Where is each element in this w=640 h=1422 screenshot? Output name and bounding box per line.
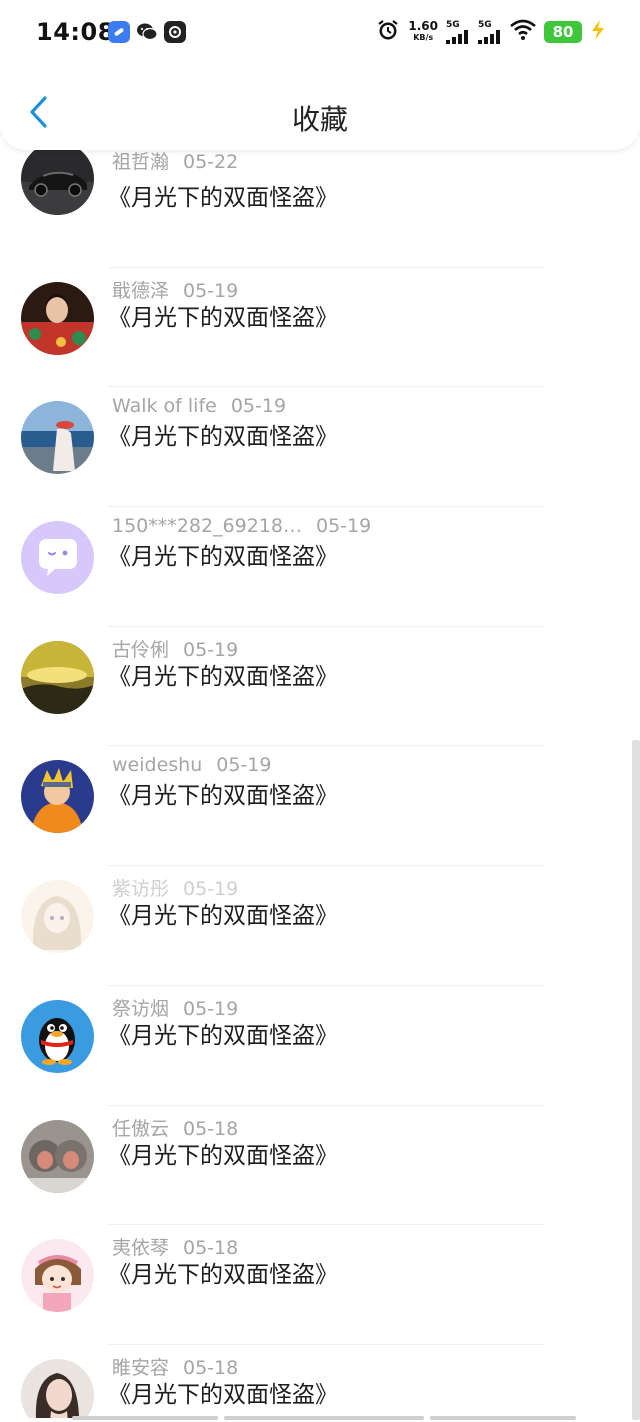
home-indicator — [72, 1416, 576, 1420]
net-speed: 1.60 KB/s — [408, 19, 438, 42]
anime-ninja-avatar[interactable] — [21, 760, 94, 834]
item-title: 《月光下的双面怪盗》 — [108, 185, 338, 211]
woman-floral-avatar[interactable] — [21, 281, 94, 355]
item-title: 《月光下的双面怪盗》 — [108, 663, 338, 690]
item-title: 《月光下的双面怪盗》 — [108, 903, 338, 930]
status-right: 1.60 KB/s 5G 5G 80 — [376, 18, 606, 46]
user-name: Walk of life — [112, 395, 217, 418]
user-name: 150***282_69218… — [112, 515, 302, 538]
navigation-header: 收藏 — [0, 66, 640, 150]
list-item[interactable]: 任傲云 05-18 《月光下的双面怪盗》 — [0, 1106, 640, 1226]
item-title: 《月光下的双面怪盗》 — [108, 1262, 338, 1289]
item-date: 05-22 — [183, 151, 239, 173]
item-meta: weideshu 05-19 — [112, 754, 271, 776]
item-title: 《月光下的双面怪盗》 — [108, 304, 338, 331]
list-item[interactable]: Walk of life 05-19 《月光下的双面怪盗》 — [0, 387, 640, 508]
item-date: 05-19 — [315, 515, 372, 538]
scrollbar[interactable] — [632, 740, 640, 1420]
sunset-avatar[interactable] — [21, 640, 94, 714]
list-item[interactable]: 睢安容 05-18 《月光下的双面怪盗》 — [0, 1345, 640, 1418]
status-bar: 14:08 1.60 KB/s 5G 5G 80 — [0, 0, 640, 66]
page-title: 收藏 — [291, 103, 348, 136]
item-title: 《月光下的双面怪盗》 — [108, 1142, 338, 1169]
item-title: 《月光下的双面怪盗》 — [108, 544, 338, 571]
seaside-avatar[interactable] — [21, 401, 94, 475]
item-meta: Walk of life 05-19 — [112, 395, 286, 417]
list-item[interactable]: weideshu 05-19 《月光下的双面怪盗》 — [0, 746, 640, 867]
favorites-list: 祖哲瀚 05-22 《月光下的双面怪盗》 戢德泽 05-19 《月光下的双面怪盗》 — [0, 148, 640, 1418]
signal-sim2: 5G — [478, 20, 502, 44]
list-item[interactable]: 紫访彤 05-19 《月光下的双面怪盗》 — [0, 866, 640, 986]
charging-icon — [590, 19, 606, 45]
list-item[interactable]: 150***282_69218… 05-19 《月光下的双面怪盗》 — [0, 507, 640, 627]
cartoon-girl-avatar[interactable] — [21, 1239, 94, 1313]
item-title: 《月光下的双面怪盗》 — [108, 783, 338, 810]
signal-sim1: 5G — [446, 20, 470, 44]
item-title: 《月光下的双面怪盗》 — [108, 1381, 338, 1408]
list-item[interactable]: 戢德泽 05-19 《月光下的双面怪盗》 — [0, 268, 640, 388]
car-avatar[interactable] — [21, 148, 94, 215]
item-meta: 祖哲瀚 05-22 — [112, 148, 238, 174]
portrait-avatar[interactable] — [21, 1358, 94, 1418]
gallery-icon — [164, 21, 186, 43]
status-time: 14:08 — [36, 18, 115, 46]
battery-indicator: 80 — [544, 21, 582, 43]
item-title: 《月光下的双面怪盗》 — [108, 424, 338, 451]
wifi-icon — [510, 19, 536, 45]
wechat-icon — [136, 21, 158, 43]
user-name: 祖哲瀚 — [112, 151, 170, 173]
item-date: 05-19 — [230, 395, 287, 418]
item-meta: 150***282_69218… 05-19 — [112, 515, 371, 537]
penguin-avatar[interactable] — [21, 999, 94, 1073]
alarm-icon — [376, 18, 400, 46]
list-item[interactable]: 夷依琴 05-18 《月光下的双面怪盗》 — [0, 1225, 640, 1345]
list-item[interactable]: 祭访烟 05-19 《月光下的双面怪盗》 — [0, 986, 640, 1106]
chat-bubble-avatar[interactable] — [21, 521, 94, 595]
anime-girl-avatar[interactable] — [21, 880, 94, 954]
clip-icon — [108, 21, 130, 43]
item-date: 05-19 — [216, 754, 272, 777]
monkeys-avatar[interactable] — [21, 1119, 94, 1193]
list-item[interactable]: 古伶俐 05-19 《月光下的双面怪盗》 — [0, 627, 640, 747]
notification-icons — [108, 21, 186, 43]
item-title: 《月光下的双面怪盗》 — [108, 1022, 338, 1049]
user-name: weideshu — [112, 754, 203, 777]
list-item[interactable]: 祖哲瀚 05-22 《月光下的双面怪盗》 — [0, 148, 640, 268]
